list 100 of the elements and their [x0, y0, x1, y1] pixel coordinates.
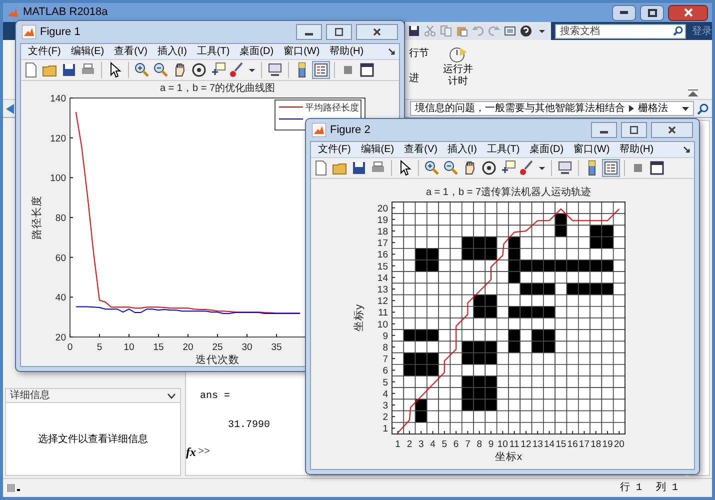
menu-item[interactable]: 窗口(W): [280, 44, 324, 58]
legend-label: 平均路径长度: [305, 102, 359, 114]
search-field[interactable]: 搜索文档: [555, 24, 686, 38]
window-title: Figure 1: [40, 24, 80, 40]
menu-item[interactable]: 文件(F): [314, 142, 355, 156]
menu-item[interactable]: 文件(F): [24, 44, 65, 58]
output-line: ans =: [200, 390, 230, 404]
search-icon[interactable]: [697, 102, 709, 114]
save-icon[interactable]: [61, 62, 77, 78]
legend-icon[interactable]: [603, 160, 619, 176]
maximize-icon: [335, 28, 343, 36]
menu-item[interactable]: 桌面(D): [526, 142, 568, 156]
zoom-in-icon[interactable]: [424, 160, 440, 176]
minimize-button[interactable]: [612, 4, 636, 20]
zoom-out-icon[interactable]: [443, 160, 459, 176]
menu-item[interactable]: 查看(V): [400, 142, 442, 156]
menu-item[interactable]: 帮助(H): [326, 44, 368, 58]
tick-label: 35: [271, 342, 282, 353]
collapse-ribbon-icon[interactable]: [688, 89, 698, 97]
menu-item[interactable]: 查看(V): [110, 44, 152, 58]
menu-item[interactable]: 插入(I): [443, 142, 481, 156]
tick-label: 4: [382, 388, 388, 400]
tick-label: 16: [377, 250, 388, 261]
status-bar-icon[interactable]: [7, 483, 21, 493]
new-file-icon[interactable]: [23, 62, 39, 78]
save-icon[interactable]: [351, 160, 367, 176]
address-field[interactable]: 境信息的问题，一般需要与其他智能算法相结合 栅格法: [410, 101, 694, 116]
paste-icon[interactable]: [456, 25, 468, 37]
legend-icon[interactable]: [313, 62, 329, 78]
command-prompt: >>: [198, 446, 210, 460]
tick-label: 5: [442, 439, 448, 450]
tick-label: 10: [124, 342, 134, 353]
sign-in-link[interactable]: 登录: [692, 24, 712, 38]
minimize-icon: [620, 11, 628, 14]
close-icon: [373, 28, 381, 36]
tick-label: 8: [382, 342, 388, 354]
menu-item[interactable]: 帮助(H): [616, 142, 658, 156]
zoom-in-icon[interactable]: [134, 62, 150, 78]
minimize-button[interactable]: [296, 24, 322, 40]
dock-arrow-icon[interactable]: [683, 146, 691, 154]
minimize-button[interactable]: [591, 122, 617, 138]
maximize-button[interactable]: [326, 24, 352, 40]
chevron-down-icon[interactable]: [167, 392, 176, 398]
brush-icon[interactable]: [519, 160, 535, 176]
app-logo-icon: [7, 6, 19, 18]
restore-icon: [648, 8, 656, 16]
tick-label: 9: [382, 330, 388, 342]
back-arrow-icon[interactable]: [5, 102, 15, 114]
menu-item[interactable]: 编辑(E): [66, 44, 108, 58]
tick-label: 10: [497, 439, 508, 450]
tick-label: 6: [382, 366, 388, 377]
search-icon: [673, 26, 683, 36]
tick-label: 30: [242, 342, 252, 353]
run-and-time-button[interactable]: 运行并计时: [441, 44, 475, 88]
tick-label: 19: [602, 439, 613, 450]
help-icon[interactable]: [520, 25, 532, 37]
tick-label: 17: [377, 238, 388, 250]
tick-label: 7: [382, 354, 388, 366]
ribbon-button[interactable]: 进: [409, 71, 429, 86]
dock-arrow-icon[interactable]: [388, 48, 396, 56]
close-button[interactable]: [651, 122, 693, 138]
menu-item[interactable]: 编辑(E): [356, 142, 398, 156]
tick-label: 1: [382, 424, 388, 435]
tick-label: 13: [377, 284, 388, 296]
empty-message: 选择文件以查看详细信息: [38, 432, 148, 446]
menu-item[interactable]: 桌面(D): [236, 44, 278, 58]
data-cursor-icon[interactable]: [500, 160, 516, 176]
output-value: 31.7990: [227, 419, 270, 433]
menu-item[interactable]: 插入(I): [153, 44, 191, 58]
tick-label: 1: [395, 439, 400, 450]
path-segment[interactable]: 境信息的问题，一般需要与其他智能算法相结合: [415, 101, 625, 116]
dropdown-caret-icon[interactable]: [682, 106, 689, 110]
brush-icon[interactable]: [229, 62, 245, 78]
tick-label: 25: [212, 342, 223, 353]
app-logo-icon: [22, 25, 36, 39]
menu-item[interactable]: 工具(T): [482, 142, 524, 156]
save-icon[interactable]: [408, 25, 420, 37]
tick-label: 14: [544, 439, 555, 450]
chart-title: a = 1，b = 7的优化曲线图: [160, 83, 276, 94]
new-file-icon[interactable]: [313, 160, 329, 176]
path-segment[interactable]: 栅格法: [638, 101, 668, 116]
ribbon-button[interactable]: 行节: [409, 46, 429, 61]
menu-item[interactable]: 工具(T): [192, 44, 234, 58]
tick-label: 14: [377, 272, 388, 284]
function-button[interactable]: fx: [186, 443, 196, 461]
tick-label: 12: [377, 296, 388, 308]
tick-label: 10: [377, 319, 388, 330]
close-button[interactable]: [668, 4, 708, 20]
data-cursor-icon[interactable]: [210, 62, 226, 78]
window-switch-icon[interactable]: [504, 25, 516, 37]
tick-label: 20: [55, 332, 66, 344]
close-button[interactable]: [356, 24, 398, 40]
zoom-out-icon[interactable]: [153, 62, 169, 78]
tick-label: 0: [67, 342, 73, 353]
tick-label: 20: [614, 439, 624, 450]
maximize-button[interactable]: [640, 4, 664, 20]
maximize-button[interactable]: [621, 122, 647, 138]
axis-label: 路径长度: [31, 196, 43, 240]
tick-label: 20: [182, 342, 194, 353]
menu-item[interactable]: 窗口(W): [570, 142, 614, 156]
